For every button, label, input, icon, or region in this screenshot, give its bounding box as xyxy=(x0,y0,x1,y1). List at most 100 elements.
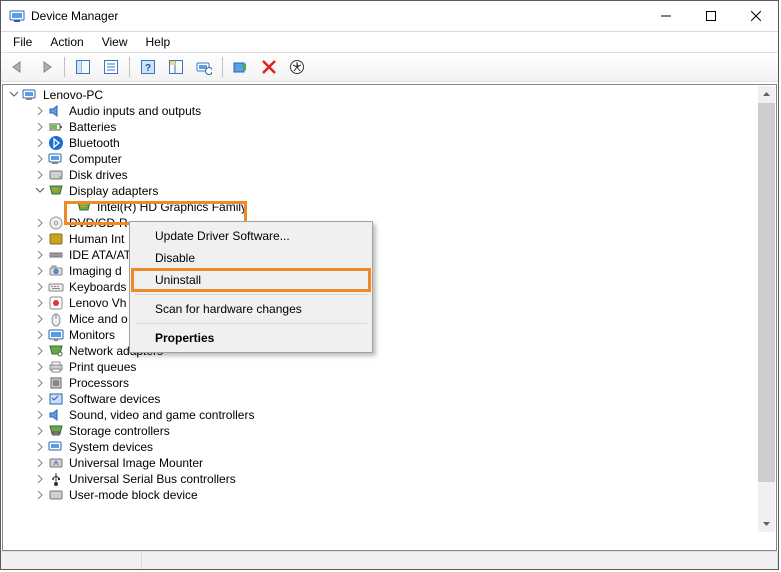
uninstall-icon[interactable] xyxy=(256,54,282,80)
node-label: Audio inputs and outputs xyxy=(68,104,202,118)
close-button[interactable] xyxy=(733,1,778,31)
tree-node[interactable]: Storage controllers xyxy=(3,423,776,439)
scroll-down-button[interactable] xyxy=(758,515,775,532)
display-adapter-icon xyxy=(76,199,92,215)
tree-node[interactable]: Keyboards xyxy=(3,279,776,295)
update-driver-icon[interactable] xyxy=(228,54,254,80)
printer-icon xyxy=(48,359,64,375)
tree-node[interactable]: Sound, video and game controllers xyxy=(3,407,776,423)
tree-node[interactable]: DVD/CD-R xyxy=(3,215,776,231)
expand-icon[interactable] xyxy=(33,314,47,324)
ctx-uninstall[interactable]: Uninstall xyxy=(133,269,369,291)
show-hide-console-tree-icon[interactable] xyxy=(70,54,96,80)
ctx-disable[interactable]: Disable xyxy=(133,247,369,269)
monitor-icon xyxy=(48,327,64,343)
tree-node[interactable]: Lenovo Vh xyxy=(3,295,776,311)
status-bar xyxy=(1,551,778,569)
expand-icon[interactable] xyxy=(33,282,47,292)
ide-icon xyxy=(48,247,64,263)
disable-icon[interactable] xyxy=(284,54,310,80)
tree-node[interactable]: Universal Serial Bus controllers xyxy=(3,471,776,487)
menu-help[interactable]: Help xyxy=(138,33,179,51)
node-label: Intel(R) HD Graphics Family xyxy=(96,200,248,214)
tree-node[interactable]: Universal Image Mounter xyxy=(3,455,776,471)
expand-icon[interactable] xyxy=(33,410,47,420)
audio-icon xyxy=(48,103,64,119)
node-label: DVD/CD-R xyxy=(68,216,129,230)
expand-icon[interactable] xyxy=(33,234,47,244)
scroll-track[interactable] xyxy=(758,103,775,515)
window-title: Device Manager xyxy=(31,9,643,23)
scroll-up-button[interactable] xyxy=(758,86,775,103)
node-label: Lenovo-PC xyxy=(42,88,104,102)
expand-icon[interactable] xyxy=(33,442,47,452)
scan-hardware-icon[interactable] xyxy=(191,54,217,80)
node-label: Mice and o xyxy=(68,312,129,326)
tree-node[interactable]: Disk drives xyxy=(3,167,776,183)
expand-icon[interactable] xyxy=(33,122,47,132)
tree-node[interactable]: Mice and o xyxy=(3,311,776,327)
vertical-scrollbar[interactable] xyxy=(758,86,775,532)
expand-icon[interactable] xyxy=(33,298,47,308)
expand-icon[interactable] xyxy=(33,458,47,468)
tree-node[interactable]: System devices xyxy=(3,439,776,455)
show-hidden-devices-icon[interactable] xyxy=(163,54,189,80)
tree-node[interactable]: Computer xyxy=(3,151,776,167)
tree-node[interactable]: Human Int xyxy=(3,231,776,247)
node-label: Universal Serial Bus controllers xyxy=(68,472,237,486)
display-adapter-icon xyxy=(48,183,64,199)
tree-node[interactable]: Bluetooth xyxy=(3,135,776,151)
expand-icon[interactable] xyxy=(33,362,47,372)
tree-node[interactable]: User-mode block device xyxy=(3,487,776,503)
expand-icon[interactable] xyxy=(33,474,47,484)
expand-icon[interactable] xyxy=(33,154,47,164)
expand-icon[interactable] xyxy=(33,378,47,388)
tree-root[interactable]: Lenovo-PC xyxy=(3,87,776,103)
ctx-update-driver[interactable]: Update Driver Software... xyxy=(133,225,369,247)
expand-icon[interactable] xyxy=(33,426,47,436)
menu-action[interactable]: Action xyxy=(42,33,91,51)
tree-node[interactable]: Software devices xyxy=(3,391,776,407)
properties-icon[interactable] xyxy=(98,54,124,80)
expand-icon[interactable] xyxy=(33,250,47,260)
ctx-properties[interactable]: Properties xyxy=(133,327,369,349)
expand-icon[interactable] xyxy=(33,170,47,180)
expand-icon[interactable] xyxy=(33,394,47,404)
expand-icon[interactable] xyxy=(33,266,47,276)
menu-view[interactable]: View xyxy=(94,33,136,51)
tree-node[interactable]: Audio inputs and outputs xyxy=(3,103,776,119)
tree-view[interactable]: Lenovo-PC Audio inputs and outputs Batter… xyxy=(2,84,777,551)
expand-icon[interactable] xyxy=(33,330,47,340)
ctx-scan-hardware[interactable]: Scan for hardware changes xyxy=(133,298,369,320)
node-label: Computer xyxy=(68,152,123,166)
tree-node[interactable]: Monitors xyxy=(3,327,776,343)
forward-button[interactable] xyxy=(33,54,59,80)
tree-node[interactable]: IDE ATA/AT xyxy=(3,247,776,263)
tree-node[interactable]: Imaging d xyxy=(3,263,776,279)
node-label: Batteries xyxy=(68,120,117,134)
software-icon xyxy=(48,391,64,407)
tree-node[interactable]: Intel(R) HD Graphics Family xyxy=(3,199,776,215)
menu-file[interactable]: File xyxy=(5,33,40,51)
expand-icon[interactable] xyxy=(7,90,21,100)
expand-icon[interactable] xyxy=(33,346,47,356)
status-cell xyxy=(1,552,142,569)
maximize-button[interactable] xyxy=(688,1,733,31)
tree-node[interactable]: Batteries xyxy=(3,119,776,135)
node-label: User-mode block device xyxy=(68,488,199,502)
tree-node[interactable]: Network adapters xyxy=(3,343,776,359)
minimize-button[interactable] xyxy=(643,1,688,31)
back-button[interactable] xyxy=(5,54,31,80)
expand-icon[interactable] xyxy=(33,106,47,116)
scroll-thumb[interactable] xyxy=(758,103,775,482)
expand-icon[interactable] xyxy=(33,138,47,148)
help-icon[interactable]: ? xyxy=(135,54,161,80)
mouse-icon xyxy=(48,311,64,327)
svg-text:?: ? xyxy=(145,63,151,74)
tree-node[interactable]: Print queues xyxy=(3,359,776,375)
expand-icon[interactable] xyxy=(33,186,47,196)
expand-icon[interactable] xyxy=(33,218,47,228)
tree-node[interactable]: Display adapters xyxy=(3,183,776,199)
tree-node[interactable]: Processors xyxy=(3,375,776,391)
expand-icon[interactable] xyxy=(33,490,47,500)
